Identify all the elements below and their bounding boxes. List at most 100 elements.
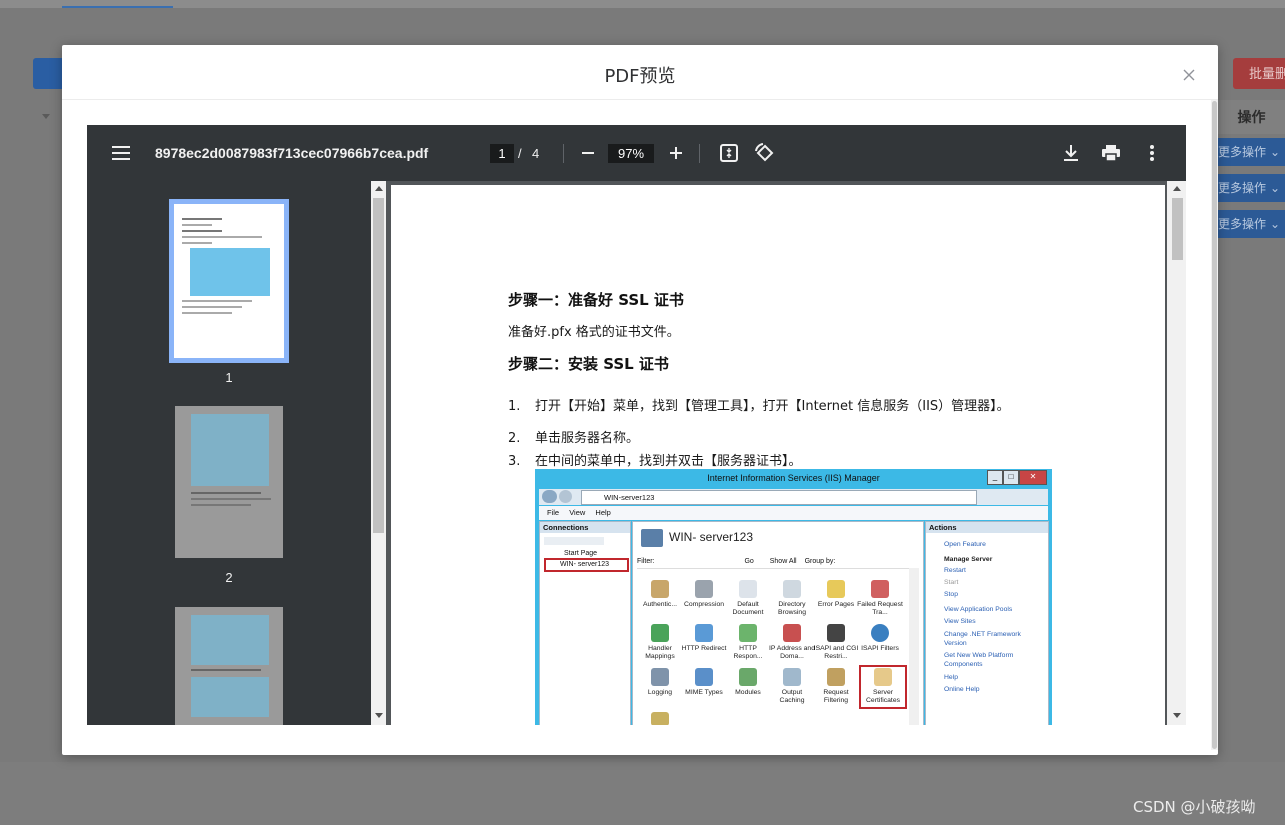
iis-group-by-label: Group by: (804, 558, 836, 565)
feature-icon (651, 624, 669, 642)
list-text: 打开【开始】菜单，找到【管理工具】，打开【Internet 信息服务（IIS）管… (535, 399, 1010, 414)
iis-show-all-label: Show All (769, 558, 797, 565)
iis-scrollbar (909, 568, 919, 725)
zoom-in-icon[interactable] (664, 141, 688, 165)
iis-feature: Failed Request Tra... (857, 580, 903, 617)
feature-icon (783, 668, 801, 686)
iis-actions-pane: Actions Open Feature Manage Server Resta… (925, 521, 1049, 725)
iis-feature-label: Logging (647, 689, 673, 696)
page-scrollbar[interactable] (1167, 181, 1186, 725)
iis-filter-bar: Filter: Go Show All Group by: (637, 556, 919, 569)
iis-window-title: Internet Information Services (IIS) Mana… (707, 473, 880, 483)
dialog-scrollbar-thumb[interactable] (1212, 101, 1217, 749)
iis-action: Online Help (944, 686, 980, 693)
iis-window-buttons: _ □ ✕ (987, 470, 1047, 485)
feature-icon (695, 624, 713, 642)
iis-go-label: Go (744, 558, 754, 565)
iis-feature: Error Pages (813, 580, 859, 609)
more-actions-label: 更多操作 (1218, 217, 1267, 231)
page-total: 4 (532, 146, 540, 161)
close-icon: ✕ (1019, 470, 1047, 485)
iis-feature-label: ISAPI and CGI Restri... (813, 645, 859, 660)
thumbnail-sidebar: 1 2 (87, 181, 371, 725)
iis-feature: Modules (725, 668, 771, 697)
iis-address-field: WIN-server123 (581, 490, 977, 505)
iis-feature-label: Modules (735, 689, 761, 696)
chevron-down-icon: ⌄ (1270, 181, 1281, 195)
scroll-down-arrow-icon[interactable] (375, 713, 383, 718)
maximize-icon: □ (1003, 470, 1019, 485)
iis-feature: MIME Types (681, 668, 727, 697)
iis-feature: Default Document (725, 580, 771, 617)
more-vert-icon[interactable] (1140, 141, 1164, 165)
iis-feature-label: ISAPI Filters (861, 645, 899, 652)
thumbnail-label: 1 (225, 370, 233, 385)
page-scrollbar-thumb[interactable] (1172, 198, 1183, 260)
thumbnail-label: 2 (225, 570, 233, 585)
toolbar-divider (563, 144, 564, 163)
more-actions-label: 更多操作 (1218, 145, 1267, 159)
iis-feature-label: Request Filtering (823, 689, 849, 704)
rotate-icon[interactable] (753, 141, 777, 165)
list-text: 在中间的菜单中，找到并双击【服务器证书】。 (535, 454, 802, 469)
forward-icon (559, 490, 572, 503)
list-item: 1. 打开【开始】菜单，找到【管理工具】，打开【Internet 信息服务（IIS… (508, 395, 1010, 414)
iis-action: Help (944, 674, 958, 681)
feature-icon (783, 580, 801, 598)
iis-feature-server-certificates: Server Certificates (860, 668, 906, 705)
thumbnail-page[interactable] (175, 406, 283, 558)
step1-text: 准备好.pfx 格式的证书文件。 (508, 325, 680, 340)
iis-action: Stop (944, 591, 958, 598)
zoom-out-icon[interactable] (576, 141, 600, 165)
feature-icon (739, 624, 757, 642)
page-separator: / (518, 146, 522, 161)
back-icon (542, 490, 557, 503)
iis-connections-header: Connections (540, 522, 630, 533)
iis-action: Restart (944, 567, 966, 574)
iis-server-node: WIN- server123 (560, 561, 610, 568)
zoom-input[interactable]: 97% (608, 144, 654, 163)
feature-icon (695, 580, 713, 598)
iis-action-group: Manage Server (944, 556, 993, 563)
iis-feature-label: Handler Mappings (645, 645, 675, 660)
iis-screenshot: Internet Information Services (IIS) Mana… (535, 469, 1052, 725)
iis-feature: Compression (681, 580, 727, 609)
scroll-up-arrow-icon[interactable] (1173, 186, 1181, 191)
iis-feature-label: Server Certificates (866, 689, 900, 704)
iis-feature-label: Output Caching (779, 689, 805, 704)
scroll-down-arrow-icon[interactable] (1173, 713, 1181, 718)
close-icon[interactable] (1179, 65, 1199, 85)
background-topbar (0, 0, 1285, 8)
iis-action: View Sites (944, 618, 976, 625)
thumbnail-page[interactable] (174, 204, 284, 358)
background-active-tab (62, 6, 173, 8)
iis-features-pane: WIN- server123 Filter: Go Show All Group… (632, 521, 924, 725)
feature-icon (827, 580, 845, 598)
pdf-page: 步骤一：准备好 SSL 证书 准备好.pfx 格式的证书文件。 步骤二：安装 S… (391, 185, 1165, 725)
iis-feature-label: Directory Browsing (778, 601, 806, 616)
toolbar-divider (699, 144, 700, 163)
menu-icon[interactable] (109, 141, 133, 165)
more-actions-button: 更多操作 ⌄ (1218, 138, 1285, 166)
iis-feature-label: MIME Types (685, 689, 723, 696)
iis-start-page: Start Page (564, 550, 598, 557)
thumbnail-page[interactable] (175, 607, 283, 725)
download-icon[interactable] (1059, 141, 1083, 165)
fit-page-icon[interactable] (717, 141, 741, 165)
print-icon[interactable] (1099, 141, 1123, 165)
step2-heading: 步骤二：安装 SSL 证书 (508, 355, 669, 373)
thumbnail-scrollbar-thumb[interactable] (373, 198, 384, 533)
list-item: 3. 在中间的菜单中，找到并双击【服务器证书】。 (508, 450, 802, 469)
step1-heading: 步骤一：准备好 SSL 证书 (508, 291, 684, 309)
page-number-input[interactable]: 1 (490, 144, 514, 163)
feature-icon (871, 624, 889, 642)
list-number: 3. (508, 454, 521, 469)
pdf-preview-dialog: PDF预览 8978ec2d0087983f713cec07966b7cea.p… (62, 45, 1218, 755)
feature-icon (695, 668, 713, 686)
iis-feature-label: Compression (683, 601, 725, 608)
scroll-up-arrow-icon[interactable] (375, 186, 383, 191)
iis-feature: ISAPI Filters (857, 624, 903, 653)
feature-icon (651, 668, 669, 686)
iis-feature: Logging (637, 668, 683, 697)
iis-feature: Authentic... (637, 580, 683, 609)
